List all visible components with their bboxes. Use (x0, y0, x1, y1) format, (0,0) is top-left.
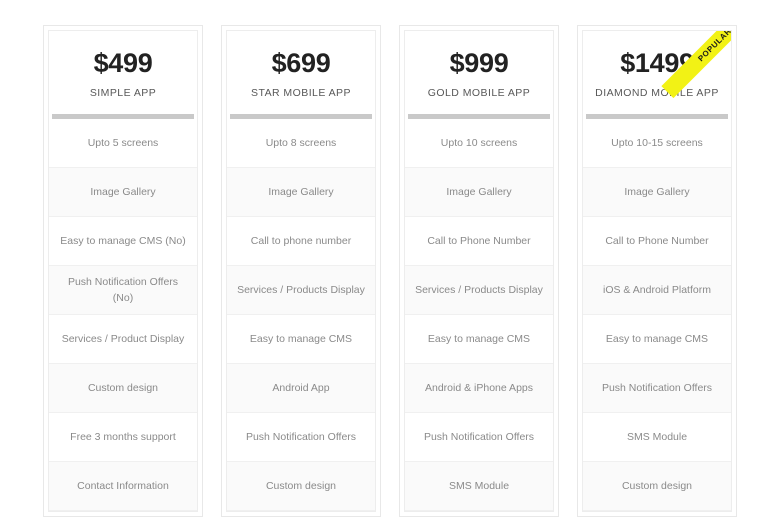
feature-item: Call to Phone Number (583, 216, 731, 266)
pricing-card-inner: $499 SIMPLE APP Upto 5 screens Image Galler… (48, 30, 198, 512)
plan-name: STAR MOBILE APP (251, 87, 351, 100)
feature-item: Push Notification Offers (405, 412, 553, 462)
pricing-card-inner: $1499 DIAMOND MOBILE APP POPULAR Upto 10-15… (582, 30, 732, 512)
pricing-card-header: $1499 DIAMOND MOBILE APP POPULAR (583, 31, 731, 113)
feature-item: Push Notification Offers (227, 412, 375, 462)
feature-item: Call to Phone Number (405, 216, 553, 266)
feature-list: Upto 5 screens Image Gallery Easy to manag… (49, 118, 197, 511)
feature-item: Call to phone number (227, 216, 375, 266)
feature-item: Custom design (49, 363, 197, 413)
feature-list: Upto 8 screens Image Gallery Call to phone… (227, 118, 375, 511)
pricing-card[interactable]: $499 SIMPLE APP Upto 5 screens Image Galler… (43, 25, 203, 517)
feature-list: Upto 10 screens Image Gallery Call to Phon… (405, 118, 553, 511)
feature-list: Upto 10-15 screens Image Gallery Call to P… (583, 118, 731, 511)
feature-item: Upto 8 screens (227, 118, 375, 168)
pricing-card[interactable]: $999 GOLD MOBILE APP Upto 10 screens Image … (399, 25, 559, 517)
pricing-card[interactable]: $1499 DIAMOND MOBILE APP POPULAR Upto 10-15… (577, 25, 737, 517)
feature-item: Custom design (583, 461, 731, 511)
feature-item: Image Gallery (49, 167, 197, 217)
pricing-card-list: $499 SIMPLE APP Upto 5 screens Image Galler… (43, 25, 737, 517)
pricing-card-header: $499 SIMPLE APP (49, 31, 197, 113)
feature-item: Upto 5 screens (49, 118, 197, 168)
pricing-card-header: $699 STAR MOBILE APP (227, 31, 375, 113)
feature-item: Upto 10-15 screens (583, 118, 731, 168)
feature-item: Image Gallery (583, 167, 731, 217)
feature-item: Easy to manage CMS (583, 314, 731, 364)
pricing-card-inner: $699 STAR MOBILE APP Upto 8 screens Image G… (226, 30, 376, 512)
feature-item: Upto 10 screens (405, 118, 553, 168)
feature-item: SMS Module (583, 412, 731, 462)
pricing-card-header: $999 GOLD MOBILE APP (405, 31, 553, 113)
feature-item: Easy to manage CMS (405, 314, 553, 364)
feature-item: Easy to manage CMS (227, 314, 375, 364)
feature-item: SMS Module (405, 461, 553, 511)
feature-item: Contact Information (49, 461, 197, 511)
feature-item: Push Notification Offers (No) (49, 265, 197, 315)
feature-item: Image Gallery (405, 167, 553, 217)
plan-price: $699 (271, 48, 331, 78)
pricing-card[interactable]: $699 STAR MOBILE APP Upto 8 screens Image G… (221, 25, 381, 517)
feature-item: Services / Products Display (227, 265, 375, 315)
plan-name: SIMPLE APP (89, 87, 157, 100)
feature-item: Custom design (227, 461, 375, 511)
pricing-table: $499 SIMPLE APP Upto 5 screens Image Galler… (0, 0, 768, 529)
feature-item: Services / Products Display (405, 265, 553, 315)
plan-name: GOLD MOBILE APP (427, 87, 531, 100)
plan-price: $499 (93, 48, 153, 78)
feature-item: Image Gallery (227, 167, 375, 217)
plan-name: DIAMOND MOBILE APP (595, 87, 719, 100)
feature-item: Free 3 months support (49, 412, 197, 462)
feature-item: Services / Product Display (49, 314, 197, 364)
feature-item: Android & iPhone Apps (405, 363, 553, 413)
feature-item: iOS & Android Platform (583, 265, 731, 315)
feature-item: Push Notification Offers (583, 363, 731, 413)
feature-item: Android App (227, 363, 375, 413)
plan-price: $999 (449, 48, 509, 78)
pricing-card-inner: $999 GOLD MOBILE APP Upto 10 screens Image … (404, 30, 554, 512)
feature-item: Easy to manage CMS (No) (49, 216, 197, 266)
